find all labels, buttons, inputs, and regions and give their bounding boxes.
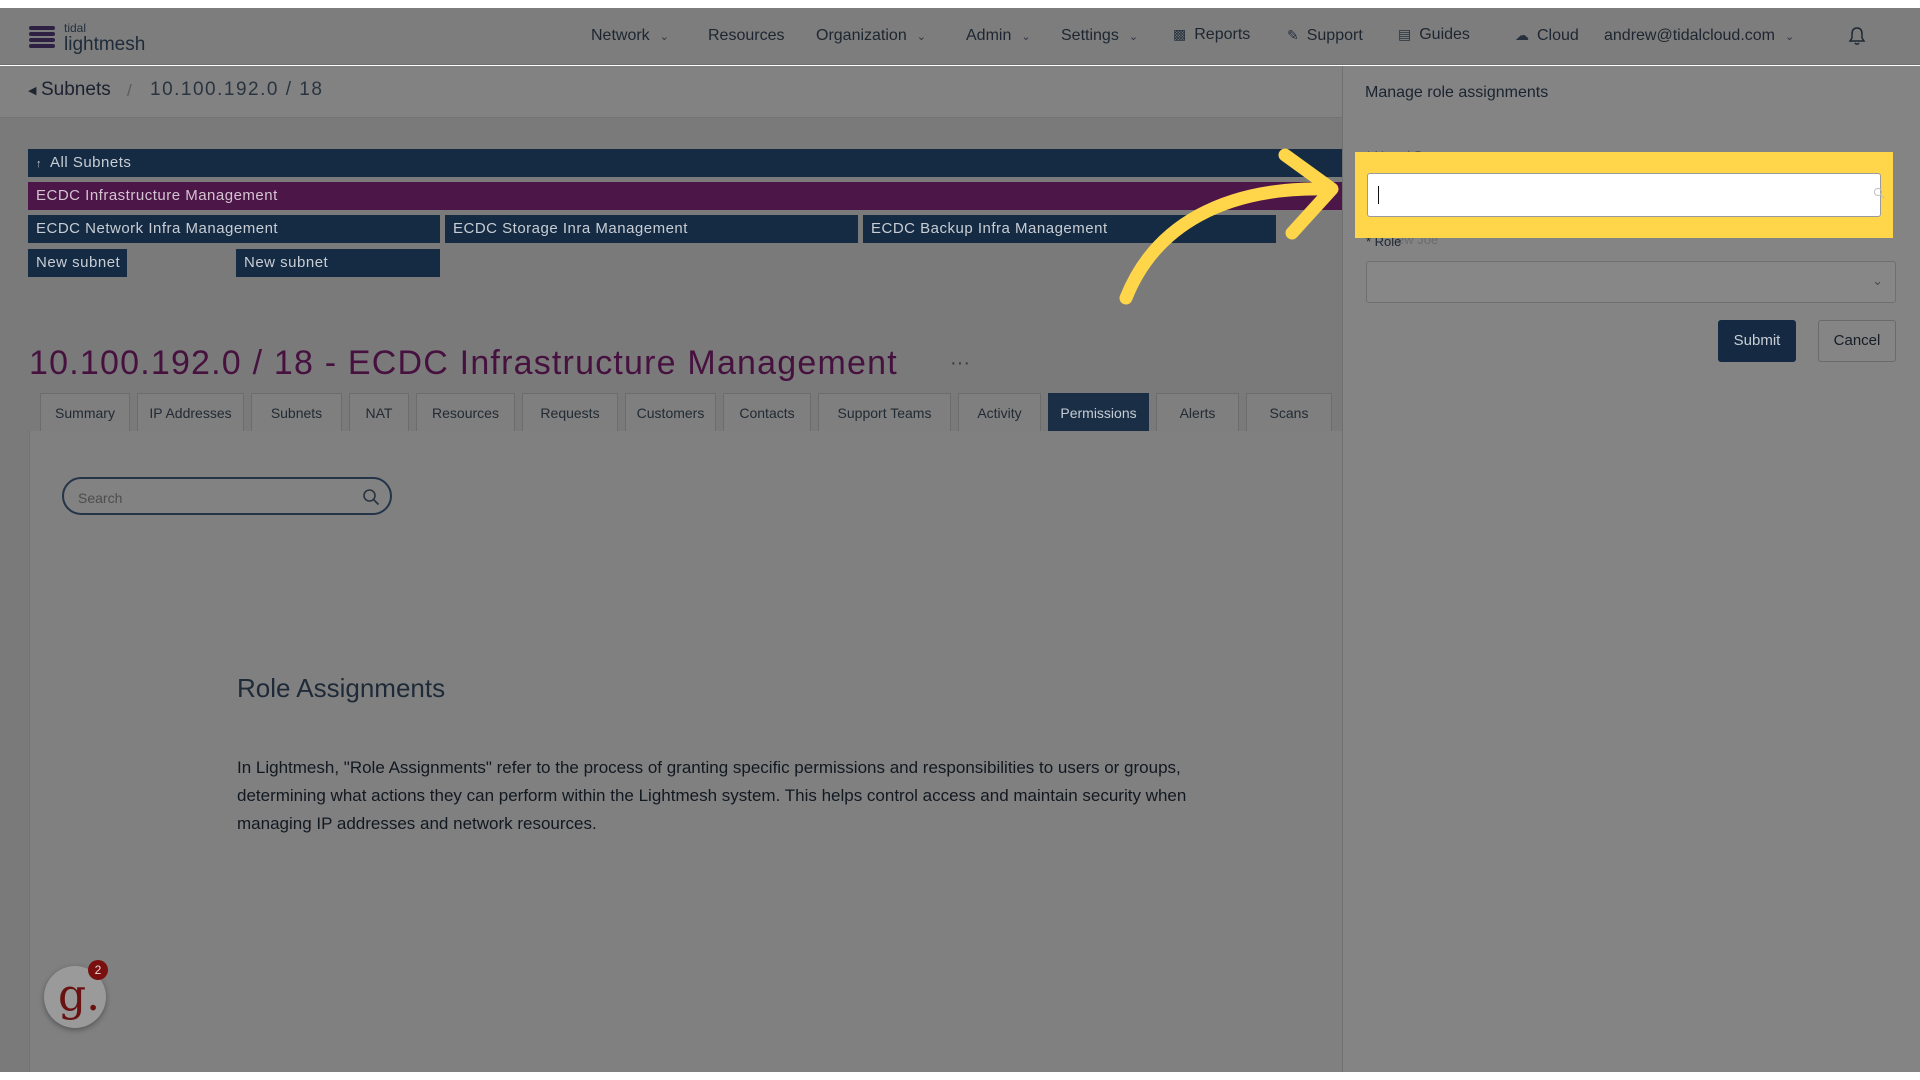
- tab-summary[interactable]: Summary: [40, 393, 130, 431]
- tab-alerts[interactable]: Alerts: [1156, 393, 1239, 431]
- role-select[interactable]: ⌄: [1366, 261, 1896, 303]
- tree-child-subnet[interactable]: ECDC Storage Inra Management: [445, 215, 858, 243]
- wrench-icon: ✎: [1287, 27, 1299, 43]
- tab-requests[interactable]: Requests: [522, 393, 618, 431]
- breadcrumb: ◀ Subnets / 10.100.192.0 / 18: [0, 66, 1342, 118]
- tab-contacts[interactable]: Contacts: [723, 393, 811, 431]
- chevron-down-icon: ⌄: [1785, 31, 1795, 43]
- tab-customers[interactable]: Customers: [625, 393, 716, 431]
- submit-button[interactable]: Submit: [1718, 320, 1796, 362]
- user-email: andrew@tidalcloud.com: [1604, 27, 1775, 44]
- nav-network-label: Network: [591, 27, 650, 44]
- search-box: [62, 477, 392, 515]
- drawer-title: Manage role assignments: [1365, 84, 1549, 101]
- nav-reports[interactable]: ▩ Reports: [1173, 26, 1250, 44]
- annotation-arrow-icon: [1119, 148, 1339, 305]
- nav-settings[interactable]: Settings ⌄: [1061, 27, 1138, 45]
- tree-child-subnet[interactable]: ECDC Network Infra Management: [28, 215, 440, 243]
- new-subnet-label: New subnet: [244, 254, 329, 271]
- logo-small-text: tidal: [64, 21, 87, 35]
- book-icon: ▤: [1398, 26, 1412, 42]
- tab-permissions[interactable]: Permissions: [1048, 393, 1149, 431]
- cancel-button[interactable]: Cancel: [1818, 320, 1896, 362]
- nav-settings-label: Settings: [1061, 27, 1119, 44]
- breadcrumb-current: 10.100.192.0 / 18: [150, 79, 324, 100]
- bar-chart-icon: ▩: [1173, 26, 1187, 42]
- chevron-down-icon: ⌄: [1872, 273, 1883, 288]
- tab-nat[interactable]: NAT: [349, 393, 409, 431]
- tree-child-label: ECDC Backup Infra Management: [871, 220, 1108, 237]
- permissions-panel: [29, 431, 1342, 1072]
- tab-support-teams[interactable]: Support Teams: [818, 393, 951, 431]
- new-subnet-button[interactable]: New subnet: [236, 249, 440, 277]
- back-caret-icon[interactable]: ◀: [28, 84, 36, 97]
- nav-organization[interactable]: Organization ⌄: [816, 27, 926, 45]
- tab-ip-addresses[interactable]: IP Addresses: [137, 393, 244, 431]
- lightmesh-logo[interactable]: tidal lightmesh: [29, 20, 179, 56]
- tree-all-subnets-label: All Subnets: [50, 154, 132, 171]
- tree-child-label: ECDC Storage Inra Management: [453, 220, 688, 237]
- logo-mark-icon: [29, 26, 55, 50]
- nav-cloud[interactable]: ☁ Cloud: [1515, 27, 1579, 45]
- nav-reports-label: Reports: [1194, 26, 1251, 43]
- tree-child-label: ECDC Network Infra Management: [36, 220, 279, 237]
- role-assignments-heading: Role Assignments: [237, 673, 446, 703]
- nav-resources[interactable]: Resources: [708, 27, 784, 45]
- bell-icon[interactable]: [1848, 26, 1866, 46]
- nav-admin-label: Admin: [966, 27, 1012, 44]
- user-group-input[interactable]: [1376, 184, 1850, 208]
- screen-bottom-border: [0, 1072, 1920, 1080]
- nav-cloud-label: Cloud: [1537, 27, 1579, 44]
- user-group-field: [1367, 173, 1881, 217]
- screen-top-border: [0, 0, 1920, 8]
- tab-scans[interactable]: Scans: [1246, 393, 1332, 431]
- role-assignments-description: In Lightmesh, "Role Assignments" refer t…: [237, 758, 1187, 833]
- chevron-down-icon: ⌄: [916, 31, 926, 43]
- nav-support-label: Support: [1306, 27, 1363, 44]
- search-input[interactable]: [76, 487, 350, 509]
- text-cursor: [1378, 186, 1379, 204]
- nav-guides[interactable]: ▤ Guides: [1398, 26, 1470, 44]
- breadcrumb-subnets[interactable]: Subnets: [41, 79, 111, 101]
- new-subnet-button[interactable]: New subnet: [28, 249, 127, 277]
- logo-main-text: lightmesh: [64, 34, 146, 55]
- nav-network[interactable]: Network ⌄: [591, 27, 669, 45]
- tree-current-subnet-label: ECDC Infrastructure Management: [36, 187, 278, 204]
- user-menu[interactable]: andrew@tidalcloud.com ⌄: [1604, 27, 1794, 45]
- nav-organization-label: Organization: [816, 27, 907, 44]
- guide-launcher-button[interactable]: g. 2: [44, 960, 108, 1028]
- page-title: 10.100.192.0 / 18 - ECDC Infrastructure …: [29, 344, 898, 382]
- up-arrow-icon: ↑: [36, 158, 42, 170]
- cloud-icon: ☁: [1515, 27, 1529, 43]
- new-subnet-label: New subnet: [36, 254, 121, 271]
- nav-resources-label: Resources: [708, 27, 785, 44]
- chevron-down-icon: ⌄: [1021, 31, 1031, 43]
- chevron-down-icon: ⌄: [1128, 31, 1139, 43]
- search-icon[interactable]: [362, 488, 380, 506]
- nav-support[interactable]: ✎ Support: [1287, 27, 1363, 45]
- nav-guides-label: Guides: [1419, 26, 1470, 43]
- search-icon: [1873, 187, 1885, 199]
- breadcrumb-separator: /: [127, 81, 132, 100]
- tab-activity[interactable]: Activity: [958, 393, 1041, 431]
- notification-count-badge: 2: [88, 960, 108, 980]
- more-options-icon[interactable]: ···: [950, 352, 970, 375]
- nav-admin[interactable]: Admin ⌄: [966, 27, 1031, 45]
- tab-resources[interactable]: Resources: [416, 393, 515, 431]
- top-navbar: tidal lightmesh Network ⌄ Resources Organ…: [0, 8, 1920, 65]
- chevron-down-icon: ⌄: [659, 31, 669, 43]
- tab-subnets[interactable]: Subnets: [251, 393, 342, 431]
